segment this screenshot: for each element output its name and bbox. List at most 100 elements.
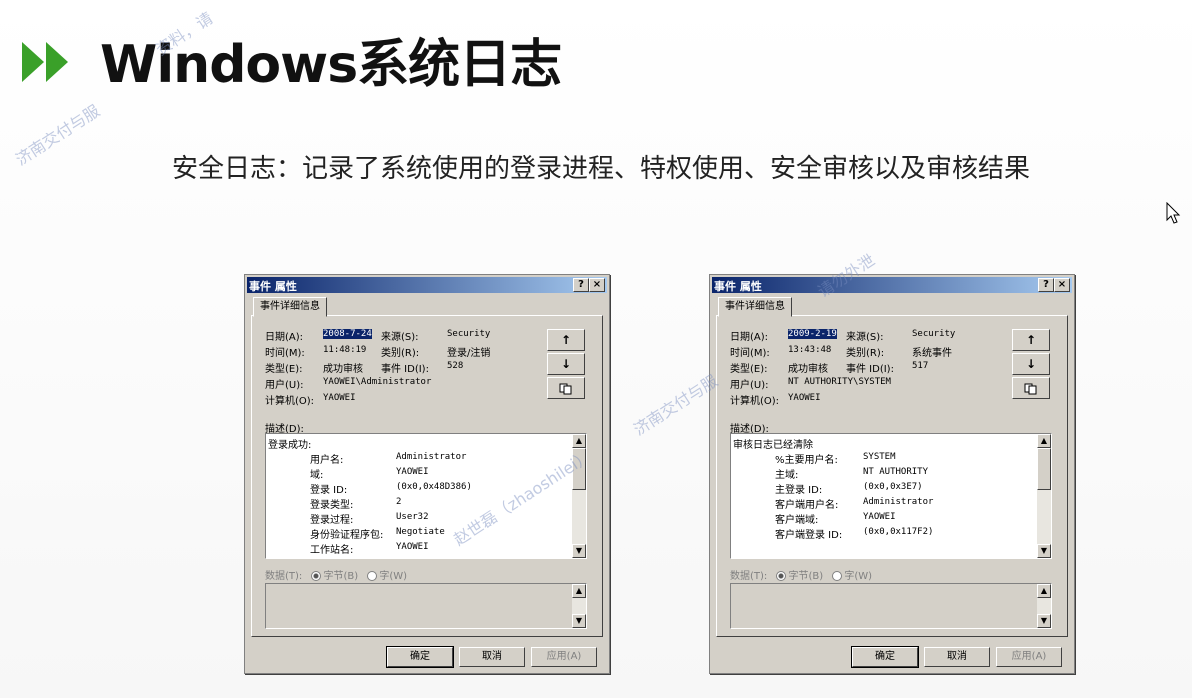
data-format-row: 数据(T): 字节(B) 字(W) [730, 567, 872, 582]
help-button[interactable]: ? [573, 278, 589, 292]
previous-event-button[interactable]: ↑ [547, 329, 585, 351]
description-key: 审核日志已经清除 [733, 440, 813, 451]
tab-event-details[interactable]: 事件详细信息 [253, 297, 327, 317]
user-label: 用户(U): [730, 380, 769, 391]
double-arrow-icon [22, 42, 68, 82]
description-key: 登录 ID: [310, 485, 348, 496]
mouse-pointer-icon [1166, 202, 1181, 224]
apply-button[interactable]: 应用(A) [996, 647, 1062, 667]
apply-button[interactable]: 应用(A) [531, 647, 597, 667]
down-arrow-icon: ↓ [1025, 357, 1037, 371]
previous-event-button[interactable]: ↑ [1012, 329, 1050, 351]
data-format-row: 数据(T): 字节(B) 字(W) [265, 567, 407, 582]
user-label: 用户(U): [265, 380, 304, 391]
description-key: 客户端域: [775, 515, 819, 526]
cancel-button[interactable]: 取消 [459, 647, 525, 667]
tab-event-details[interactable]: 事件详细信息 [718, 297, 792, 317]
description-scrollbar[interactable]: ▲ ▼ [572, 434, 586, 558]
next-event-button[interactable]: ↓ [547, 353, 585, 375]
event-id-value: 517 [912, 361, 929, 371]
words-radio[interactable] [367, 571, 378, 581]
source-value: Security [447, 329, 491, 339]
category-label: 类别(R): [381, 348, 420, 359]
description-value: YAOWEI [863, 512, 896, 522]
data-label: 数据(T): [730, 571, 768, 582]
scroll-up-icon[interactable]: ▲ [1037, 434, 1051, 448]
dialog-title: 事件 属性 [714, 280, 762, 293]
date-label: 日期(A): [730, 332, 769, 343]
type-value: 成功审核 [788, 364, 828, 375]
scroll-down-icon[interactable]: ▼ [1037, 614, 1051, 628]
description-value: Negotiate [396, 527, 445, 537]
cancel-button[interactable]: 取消 [924, 647, 990, 667]
ok-button[interactable]: 确定 [851, 646, 919, 668]
bytes-radio-label: 字节(B) [323, 571, 359, 582]
scroll-up-icon[interactable]: ▲ [572, 434, 586, 448]
dialog-titlebar[interactable]: 事件 属性 ? × [712, 277, 1072, 293]
scroll-up-icon[interactable]: ▲ [572, 584, 586, 598]
copy-button[interactable] [547, 377, 585, 399]
description-key: 工作站名: [310, 545, 354, 556]
description-key: 主域: [775, 470, 799, 481]
description-scrollbar[interactable]: ▲ ▼ [1037, 434, 1051, 558]
description-key: 身份验证程序包: [310, 530, 384, 541]
dialog-titlebar[interactable]: 事件 属性 ? × [247, 277, 607, 293]
description-value: YAOWEI [396, 542, 429, 552]
time-value: 11:48:19 [323, 345, 367, 355]
time-label: 时间(M): [265, 348, 305, 359]
data-textbox[interactable]: ▲ ▼ [730, 583, 1052, 629]
computer-label: 计算机(O): [730, 396, 780, 407]
data-scrollbar[interactable]: ▲ ▼ [1037, 584, 1051, 628]
data-textbox[interactable]: ▲ ▼ [265, 583, 587, 629]
scroll-down-icon[interactable]: ▼ [1037, 544, 1051, 558]
description-key: 登录类型: [310, 500, 354, 511]
close-button[interactable]: × [1054, 278, 1070, 292]
date-value: 2008-7-24 [323, 329, 372, 339]
slide-subtitle: 安全日志：记录了系统使用的登录进程、特权使用、安全审核以及审核结果 [172, 154, 1031, 184]
copy-icon [559, 383, 572, 394]
description-value: 2 [396, 497, 402, 507]
description-value: User32 [396, 512, 429, 522]
copy-button[interactable] [1012, 377, 1050, 399]
bytes-radio[interactable] [776, 571, 787, 581]
description-key: 用户名: [310, 455, 344, 466]
description-value: YAOWEI [396, 467, 429, 477]
scroll-thumb[interactable] [572, 448, 586, 490]
description-value: NT AUTHORITY [863, 467, 929, 477]
words-radio[interactable] [832, 571, 843, 581]
category-value: 系统事件 [912, 348, 952, 359]
scroll-up-icon[interactable]: ▲ [1037, 584, 1051, 598]
scroll-thumb[interactable] [1037, 448, 1051, 490]
up-arrow-icon: ↑ [560, 333, 572, 347]
description-textbox[interactable]: 审核日志已经清除 %主要用户名: SYSTEM 主域: NT AUTHORITY… [730, 433, 1052, 559]
next-event-button[interactable]: ↓ [1012, 353, 1050, 375]
source-value: Security [912, 329, 956, 339]
bytes-radio[interactable] [311, 571, 322, 581]
description-value: SYSTEM [863, 452, 896, 462]
description-key: %主要用户名: [775, 455, 838, 466]
computer-label: 计算机(O): [265, 396, 315, 407]
help-button[interactable]: ? [1038, 278, 1054, 292]
slide-title: Windows系统日志 [100, 35, 562, 95]
date-label: 日期(A): [265, 332, 304, 343]
description-key: 域: [310, 470, 324, 481]
words-radio-label: 字(W) [379, 571, 408, 582]
ok-button[interactable]: 确定 [386, 646, 454, 668]
computer-value: YAOWEI [323, 393, 356, 403]
scroll-down-icon[interactable]: ▼ [572, 544, 586, 558]
description-value: (0x0,0x48D386) [396, 482, 472, 492]
bytes-radio-label: 字节(B) [788, 571, 824, 582]
description-value: Administrator [863, 497, 934, 507]
description-value: Administrator [396, 452, 467, 462]
data-scrollbar[interactable]: ▲ ▼ [572, 584, 586, 628]
category-label: 类别(R): [846, 348, 885, 359]
description-key: 登录成功: [268, 440, 312, 451]
description-textbox[interactable]: 登录成功: 用户名: Administrator 域: YAOWEI 登录 ID… [265, 433, 587, 559]
computer-value: YAOWEI [788, 393, 821, 403]
copy-icon [1024, 383, 1037, 394]
up-arrow-icon: ↑ [1025, 333, 1037, 347]
scroll-down-icon[interactable]: ▼ [572, 614, 586, 628]
close-button[interactable]: × [589, 278, 605, 292]
description-value: (0x0,0x3E7) [863, 482, 923, 492]
dialog-title: 事件 属性 [249, 280, 297, 293]
